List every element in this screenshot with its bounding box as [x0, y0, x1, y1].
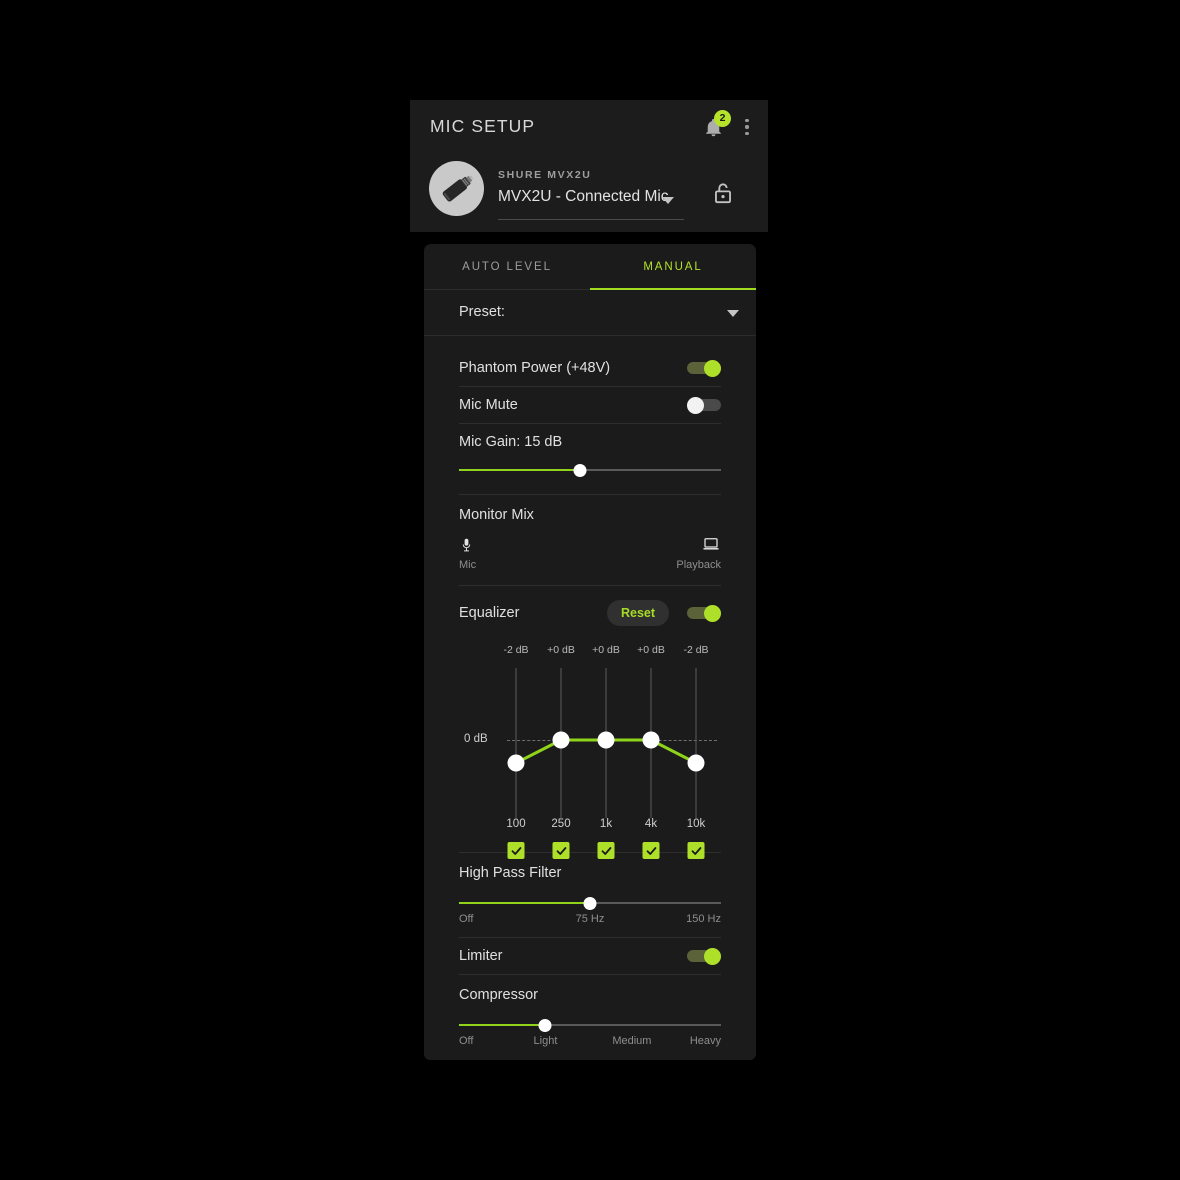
- slider-thumb[interactable]: [583, 896, 597, 910]
- eq-plot[interactable]: 0 dB: [459, 668, 721, 818]
- mic-mute-row: Mic Mute: [459, 387, 721, 423]
- compressor-scale-1: Light: [533, 1035, 558, 1047]
- device-select-value: MVX2U - Connected Mic: [498, 188, 669, 205]
- eq-band-checkbox-4[interactable]: [687, 842, 705, 859]
- eq-value-labels: -2 dB +0 dB +0 dB +0 dB -2 dB: [459, 644, 721, 662]
- eq-freq-1: 250: [551, 818, 571, 830]
- eq-value-0: -2 dB: [503, 644, 529, 656]
- eq-band-checkbox-3[interactable]: [642, 842, 660, 859]
- eq-freq-0: 100: [506, 818, 526, 830]
- eq-value-1: +0 dB: [547, 644, 575, 656]
- device-brand-label: SHURE MVX2U: [498, 169, 592, 181]
- notifications-button[interactable]: 2: [702, 110, 731, 140]
- high-pass-filter-scale: Off 75 Hz 150 Hz: [459, 913, 721, 929]
- equalizer-graph[interactable]: -2 dB +0 dB +0 dB +0 dB -2 dB 0 dB 100 2…: [459, 644, 721, 859]
- eq-frequency-labels: 100 250 1k 4k 10k: [459, 818, 721, 836]
- laptop-icon: [701, 535, 721, 558]
- hpf-scale-2: 150 Hz: [686, 913, 721, 925]
- compressor-label: Compressor: [459, 987, 538, 1003]
- compressor-scale-0: Off: [459, 1035, 474, 1047]
- equalizer-label: Equalizer: [459, 605, 520, 621]
- settings-card: AUTO LEVEL MANUAL Preset: Phantom Power …: [424, 244, 756, 1060]
- eq-value-4: -2 dB: [683, 644, 709, 656]
- eq-band-checkboxes: [459, 842, 721, 866]
- header-card: MIC SETUP 2 SHURE MVX2U MVX2U - Connecte…: [410, 100, 768, 232]
- compressor-scale-2: Medium: [612, 1035, 652, 1047]
- phantom-power-toggle[interactable]: [687, 359, 721, 377]
- monitor-mix-slider[interactable]: [495, 536, 683, 556]
- monitor-mix-scale: Mic Playback: [459, 559, 721, 577]
- monitor-mix-left-label: Mic: [459, 559, 477, 571]
- compressor-scale-3: Heavy: [689, 1035, 721, 1047]
- header-top-bar: MIC SETUP 2: [410, 100, 768, 156]
- notification-badge: 2: [714, 110, 731, 127]
- limiter-toggle[interactable]: [687, 947, 721, 965]
- eq-band-checkbox-2[interactable]: [597, 842, 615, 859]
- eq-value-3: +0 dB: [637, 644, 665, 656]
- toggle-thumb: [704, 359, 721, 377]
- limiter-label: Limiter: [459, 948, 503, 964]
- phantom-power-row: Phantom Power (+48V): [459, 350, 721, 386]
- header-actions: 2: [702, 110, 756, 140]
- monitor-mix-row: [459, 533, 721, 559]
- hpf-scale-0: Off: [459, 913, 474, 925]
- tab-manual[interactable]: MANUAL: [590, 244, 756, 290]
- settings-content: Phantom Power (+48V) Mic Mute Mic Gain: …: [424, 336, 756, 1051]
- tab-auto-level[interactable]: AUTO LEVEL: [424, 244, 590, 290]
- high-pass-filter-label: High Pass Filter: [459, 865, 562, 881]
- monitor-mix-label: Monitor Mix: [459, 507, 534, 523]
- kebab-menu-icon[interactable]: [738, 115, 756, 139]
- limiter-row: Limiter: [459, 938, 721, 974]
- compressor-scale: Off Light Medium Heavy: [459, 1035, 721, 1051]
- mic-gain-label: Mic Gain: 15 dB: [459, 434, 563, 450]
- slider-fill: [459, 902, 590, 904]
- mic-gain-slider[interactable]: [459, 460, 721, 480]
- mic-adapter-avatar: [429, 161, 484, 216]
- compressor-slider[interactable]: [459, 1015, 721, 1035]
- toggle-thumb: [687, 396, 704, 414]
- page-title: MIC SETUP: [430, 116, 536, 136]
- microphone-icon: [459, 535, 474, 560]
- eq-curve: [507, 731, 705, 772]
- eq-reset-button[interactable]: Reset: [607, 600, 669, 626]
- eq-freq-3: 4k: [644, 818, 658, 830]
- preset-row[interactable]: Preset:: [424, 290, 756, 336]
- unlocked-padlock-icon[interactable]: [710, 180, 740, 210]
- monitor-mix-right-label: Playback: [676, 559, 721, 571]
- hpf-scale-1: 75 Hz: [575, 913, 605, 925]
- toggle-thumb: [704, 947, 721, 965]
- slider-thumb[interactable]: [573, 463, 587, 477]
- eq-freq-2: 1k: [599, 818, 613, 830]
- toggle-thumb: [704, 604, 721, 622]
- slider-fill: [459, 469, 580, 471]
- tab-bar: AUTO LEVEL MANUAL: [424, 244, 756, 290]
- eq-band-checkbox-1[interactable]: [552, 842, 570, 859]
- slider-thumb[interactable]: [538, 1018, 552, 1032]
- preset-label: Preset:: [459, 304, 505, 320]
- eq-value-2: +0 dB: [592, 644, 620, 656]
- mic-mute-toggle[interactable]: [687, 396, 721, 414]
- high-pass-filter-slider[interactable]: [459, 893, 721, 913]
- eq-band-checkbox-0[interactable]: [507, 842, 525, 859]
- slider-fill: [459, 1024, 546, 1026]
- chevron-down-icon: [727, 310, 739, 317]
- app-screen: MIC SETUP 2 SHURE MVX2U MVX2U - Connecte…: [0, 0, 1180, 1180]
- device-select[interactable]: MVX2U - Connected Mic: [498, 186, 684, 220]
- equalizer-row: Equalizer Reset: [459, 596, 721, 630]
- chevron-down-icon: [662, 197, 674, 204]
- mic-mute-label: Mic Mute: [459, 397, 518, 413]
- phantom-power-label: Phantom Power (+48V): [459, 360, 611, 376]
- eq-freq-4: 10k: [686, 818, 706, 830]
- equalizer-toggle[interactable]: [687, 604, 721, 622]
- device-row: SHURE MVX2U MVX2U - Connected Mic: [410, 156, 768, 232]
